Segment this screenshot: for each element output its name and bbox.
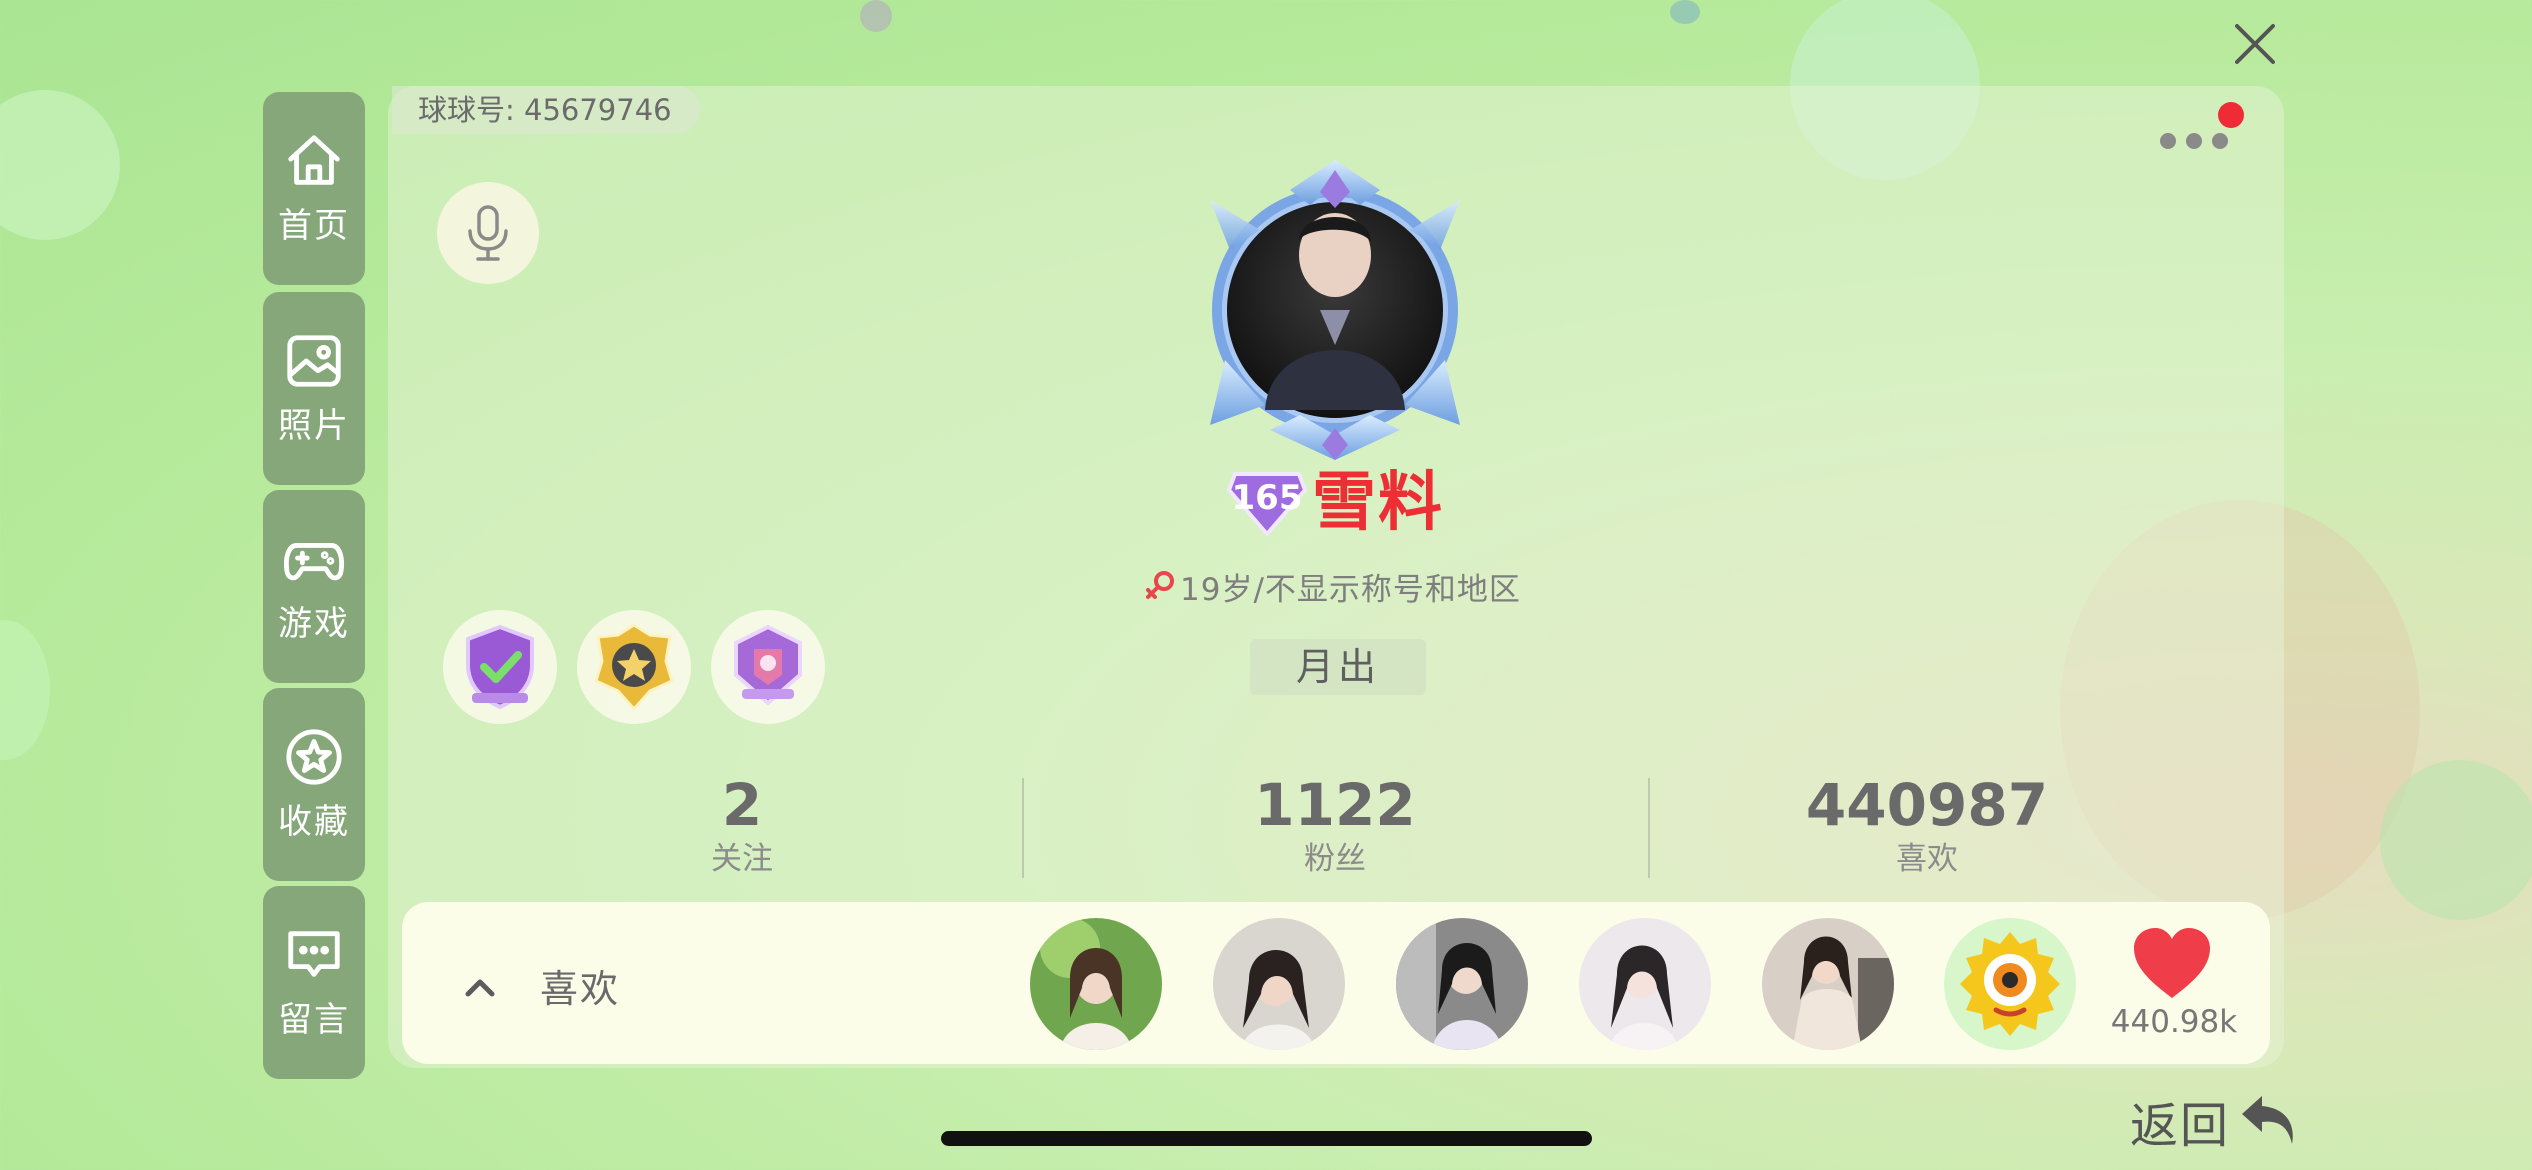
liker-avatar[interactable] (1579, 918, 1711, 1050)
liker-avatar[interactable] (1944, 918, 2076, 1050)
likes-label: 喜欢 (540, 967, 621, 1011)
home-indicator (941, 1131, 1592, 1146)
message-icon (288, 931, 340, 977)
close-icon (2235, 24, 2275, 64)
sidebar-item-games[interactable]: 游戏 (263, 490, 365, 683)
purple-badge-icon (734, 624, 802, 706)
age-region-text: 19岁/不显示称号和地区 (1180, 571, 1521, 608)
star-icon (286, 729, 342, 785)
gold-star-icon (594, 623, 674, 712)
sidebar-item-home[interactable]: 首页 (263, 92, 365, 285)
bokeh-decoration (0, 620, 50, 760)
chevron-up-icon (465, 979, 495, 997)
monster-mascot-icon (1960, 932, 2060, 1036)
stat-likes[interactable]: 440987 喜欢 (1727, 770, 2127, 878)
sidebar-item-photos[interactable]: 照片 (263, 292, 365, 485)
profile-info: 19岁/不显示称号和地区 (1140, 564, 1521, 608)
sidebar-item-label: 收藏 (278, 802, 350, 842)
stat-following[interactable]: 2 关注 (542, 770, 942, 878)
stat-value: 440987 (1805, 771, 2049, 839)
bokeh-decoration (2380, 760, 2532, 920)
female-gender-icon (1146, 571, 1174, 599)
stat-label: 关注 (711, 841, 773, 877)
bokeh-decoration (0, 90, 120, 240)
shield-check-icon (466, 624, 534, 710)
uid-label: 球球号: 45679746 (392, 86, 700, 134)
close-button[interactable] (2225, 14, 2285, 74)
profile-avatar[interactable] (1170, 160, 1500, 490)
microphone-icon (468, 205, 508, 261)
voice-intro-button[interactable] (437, 182, 539, 284)
stat-label: 喜欢 (1896, 841, 1958, 877)
purple-badge-medal[interactable] (711, 610, 825, 724)
avatar-frame (1210, 160, 1460, 460)
stat-label: 粉丝 (1304, 841, 1366, 877)
liker-avatar[interactable] (1762, 918, 1894, 1050)
sidebar-item-favorites[interactable]: 收藏 (263, 688, 365, 881)
stat-followers[interactable]: 1122 粉丝 (1135, 770, 1535, 878)
more-options-button[interactable] (2158, 126, 2230, 156)
like-button[interactable] (2130, 926, 2214, 1002)
photo-icon (287, 335, 341, 387)
signature-tag[interactable]: 月出 (1250, 639, 1426, 695)
expand-likes-button[interactable] (452, 960, 508, 1016)
sidebar-item-label: 照片 (278, 406, 350, 446)
sidebar-item-label: 首页 (278, 206, 350, 246)
like-count: 440.98k (2110, 1004, 2238, 1040)
level-number: 165 (1231, 478, 1303, 518)
sidebar-item-label: 游戏 (278, 604, 350, 644)
bokeh-decoration (1670, 0, 1700, 24)
stat-value: 2 (721, 771, 763, 839)
return-arrow-icon (2242, 1096, 2293, 1144)
gold-star-medal[interactable] (577, 610, 691, 724)
liker-avatar[interactable] (1396, 918, 1528, 1050)
heart-icon (2134, 928, 2210, 998)
liker-avatar[interactable] (1213, 918, 1345, 1050)
home-icon (288, 135, 340, 185)
more-dots-icon (2160, 133, 2228, 149)
sidebar-item-label: 留言 (278, 1000, 350, 1040)
sidebar-item-messages[interactable]: 留言 (263, 886, 365, 1079)
nickname: 雪料 (1312, 466, 1444, 540)
stat-divider (1648, 778, 1650, 878)
back-button[interactable]: 返回 (2130, 1088, 2300, 1154)
liker-avatar[interactable] (1030, 918, 1162, 1050)
gamepad-icon (283, 543, 345, 581)
level-badge: 165 (1225, 468, 1309, 536)
stat-value: 1122 (1254, 771, 1416, 839)
verified-shield-medal[interactable] (443, 610, 557, 724)
back-label: 返回 (2130, 1098, 2231, 1154)
bokeh-decoration (860, 0, 892, 32)
notification-dot (2218, 102, 2244, 128)
stat-divider (1022, 778, 1024, 878)
